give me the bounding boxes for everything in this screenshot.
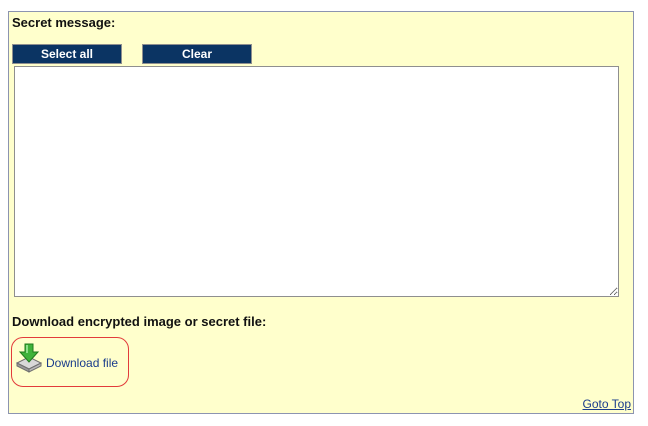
download-file-link[interactable]: Download file [46,356,118,370]
goto-top-link[interactable]: Goto Top [583,397,631,411]
download-file-button[interactable]: Download file [11,337,129,387]
secret-message-panel: Secret message: Select all Clear Downloa… [8,11,634,414]
download-section-label: Download encrypted image or secret file: [12,314,267,329]
secret-message-label: Secret message: [12,15,116,30]
download-icon[interactable] [15,343,43,373]
clear-button[interactable]: Clear [142,44,252,64]
select-all-button[interactable]: Select all [12,44,122,64]
secret-message-textarea[interactable] [14,66,619,297]
